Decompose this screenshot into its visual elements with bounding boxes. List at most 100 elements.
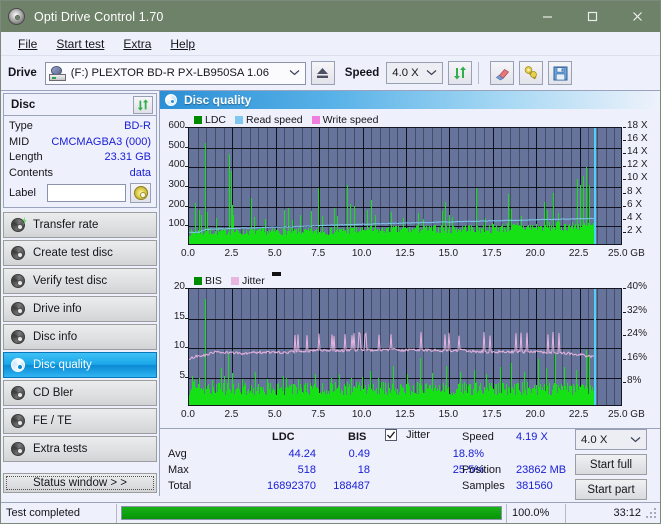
erase-button[interactable] xyxy=(490,61,514,85)
y2-tick xyxy=(623,312,626,313)
legend-item: BIS xyxy=(194,275,222,287)
y-tick-label: 10 xyxy=(160,340,185,351)
progress-percent: 100.0% xyxy=(507,504,565,523)
y-tick xyxy=(185,147,188,148)
disc-refresh-button[interactable] xyxy=(133,96,153,114)
menu-file[interactable]: File xyxy=(9,34,46,54)
legend-item: Read speed xyxy=(235,114,303,126)
legend-label: Write speed xyxy=(323,114,379,126)
app-icon xyxy=(8,8,25,25)
x-tick-label: 5.0 xyxy=(268,248,282,259)
elapsed-time: 33:12 xyxy=(566,504,646,523)
start-full-button[interactable]: Start full xyxy=(575,454,647,475)
stats-row-total-label: Total xyxy=(168,480,191,492)
y2-tick xyxy=(623,166,626,167)
tools-button[interactable] xyxy=(519,61,543,85)
y-tick xyxy=(185,318,188,319)
chevron-down-icon xyxy=(630,434,641,446)
stats-speed-select[interactable]: 4.0 X xyxy=(575,429,647,450)
speed-select-value: 4.0 X xyxy=(392,67,418,79)
stats-max-ldc: 518 xyxy=(244,464,316,476)
y2-tick xyxy=(623,232,626,233)
y-tick-label: 600 xyxy=(160,120,185,131)
jitter-checkbox-row[interactable]: Jitter xyxy=(385,429,430,441)
stats-avg-ldc: 44.24 xyxy=(244,448,316,460)
ldc-chart[interactable]: LDCRead speedWrite speed1002003004005006… xyxy=(160,110,660,270)
stats-max-bis: 18 xyxy=(310,464,370,476)
legend-swatch xyxy=(235,116,243,124)
resize-grip[interactable] xyxy=(646,507,658,519)
disc-row-mid-value: CMCMAGBA3 (000) xyxy=(51,135,151,150)
jitter-checkbox[interactable] xyxy=(385,429,397,441)
y2-tick xyxy=(623,193,626,194)
stats-col-bis: BIS xyxy=(348,431,366,443)
speed-select[interactable]: 4.0 X xyxy=(386,62,443,84)
start-part-label: Start part xyxy=(587,484,634,496)
y-tick-label: 400 xyxy=(160,159,185,170)
x-tick-label: 25.0 GB xyxy=(608,248,645,259)
refresh-button[interactable] xyxy=(448,61,472,85)
start-part-button[interactable]: Start part xyxy=(575,479,647,500)
sidebar-item-cd-bler[interactable]: CD Bler xyxy=(3,380,157,406)
disc-label-input[interactable] xyxy=(47,184,126,202)
save-button[interactable] xyxy=(548,61,572,85)
y2-tick-label: 8% xyxy=(627,375,641,386)
legend-swatch xyxy=(312,116,320,124)
x-tick-label: 10.0 xyxy=(352,409,371,420)
stats-avg-bis: 0.49 xyxy=(310,448,370,460)
disc-info-header: Disc xyxy=(4,94,156,116)
toolbar-separator xyxy=(478,62,479,84)
drive-select[interactable]: (F:) PLEXTOR BD-R PX-LB950SA 1.06 xyxy=(45,62,306,85)
y-tick xyxy=(185,166,188,167)
x-tick-label: 2.5 xyxy=(224,409,238,420)
sidebar-item-verify-test-disc[interactable]: Verify test disc xyxy=(3,268,157,294)
y-tick-label: 200 xyxy=(160,199,185,210)
close-icon[interactable] xyxy=(615,1,660,32)
y-tick xyxy=(185,186,188,187)
x-tick-label: 22.5 xyxy=(569,409,588,420)
minimize-icon[interactable] xyxy=(525,1,570,32)
y2-tick-label: 12 X xyxy=(627,159,648,170)
line-series xyxy=(189,289,622,406)
nav-list: Transfer rate Create test disc Verify te… xyxy=(3,212,157,462)
x-tick-label: 22.5 xyxy=(569,248,588,259)
menu-help[interactable]: Help xyxy=(161,34,204,54)
x-tick-label: 10.0 xyxy=(352,248,371,259)
legend-item: Write speed xyxy=(312,114,379,126)
sidebar-item-drive-info[interactable]: Drive info xyxy=(3,296,157,322)
disc-row-mid-key: MID xyxy=(9,135,29,150)
menu-file-label: File xyxy=(18,37,37,51)
x-tick-label: 7.5 xyxy=(311,409,325,420)
disc-label-row: Label xyxy=(9,183,151,203)
sidebar-item-disc-quality[interactable]: Disc quality xyxy=(3,352,157,378)
disc-label-key: Label xyxy=(9,187,47,199)
sidebar-item-create-test-disc[interactable]: Create test disc xyxy=(3,240,157,266)
y-tick-label: 20 xyxy=(160,281,185,292)
start-full-label: Start full xyxy=(590,459,632,471)
x-tick-label: 2.5 xyxy=(224,248,238,259)
y2-tick-label: 18 X xyxy=(627,120,648,131)
sidebar-item-transfer-rate[interactable]: Transfer rate xyxy=(3,212,157,238)
y2-tick-label: 16 X xyxy=(627,133,648,144)
speed-label: Speed xyxy=(345,67,380,79)
disc-cd-button[interactable] xyxy=(130,183,151,203)
sidebar-item-extra-tests[interactable]: Extra tests xyxy=(3,436,157,462)
status-bar: Test completed 100.0% 33:12 xyxy=(1,502,660,523)
eject-button[interactable] xyxy=(311,61,335,85)
sidebar-item-disc-info[interactable]: Disc info xyxy=(3,324,157,350)
maximize-icon[interactable] xyxy=(570,1,615,32)
left-spacer xyxy=(3,462,157,473)
legend-label: Read speed xyxy=(246,114,303,126)
bis-jitter-chart[interactable]: BISJitter51015208%16%24%32%40%0.02.55.07… xyxy=(160,270,660,428)
cd-icon xyxy=(134,186,148,200)
legend-swatch xyxy=(194,116,202,124)
menu-start-test[interactable]: Start test xyxy=(47,34,113,54)
sidebar-item-fe-te[interactable]: FE / TE xyxy=(3,408,157,434)
menu-extra[interactable]: Extra xyxy=(114,34,160,54)
stats-samples-label: Samples xyxy=(462,480,505,492)
stats-position-value: 23862 MB xyxy=(516,464,566,476)
drive-label: Drive xyxy=(8,67,37,79)
legend-label: Jitter xyxy=(242,275,265,287)
status-window-button[interactable]: Status window > > xyxy=(3,473,157,493)
y2-tick xyxy=(623,179,626,180)
